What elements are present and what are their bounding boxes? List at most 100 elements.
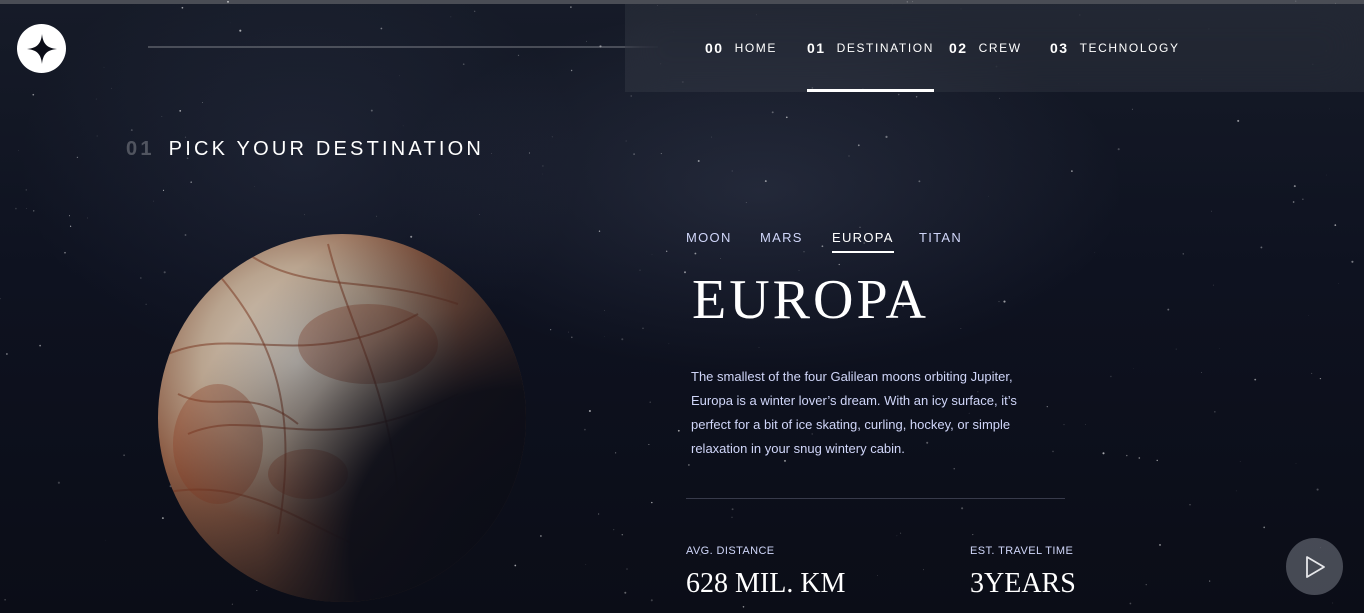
star-dot <box>588 409 591 413</box>
star-dot <box>597 513 600 515</box>
star-dot <box>239 29 242 32</box>
europa-planet-graphic <box>158 234 526 602</box>
star-dot <box>742 606 745 608</box>
star-dot <box>1295 0 1297 2</box>
star-dot <box>922 569 924 571</box>
star-dot <box>785 116 788 119</box>
star-dot <box>912 1 914 3</box>
star-dot <box>859 226 861 228</box>
star-dot <box>231 603 233 605</box>
distance-value: 628 MIL. KM <box>686 568 846 599</box>
star-dot <box>1334 224 1337 226</box>
star-dot <box>1239 461 1241 463</box>
star-dot <box>25 189 28 191</box>
destination-title: EUROPA <box>692 269 929 331</box>
nav-number: 01 <box>807 40 826 56</box>
star-dot <box>1085 424 1086 425</box>
star-dot <box>897 93 900 96</box>
star-dot <box>764 180 767 183</box>
star-dot <box>651 501 653 504</box>
star-dot <box>1209 580 1211 582</box>
star-logo-shape <box>26 33 57 64</box>
star-dot <box>885 135 888 138</box>
star-dot <box>999 97 1000 99</box>
star-dot <box>1211 210 1213 212</box>
star-dot <box>0 297 1 300</box>
star-dot <box>1052 450 1054 453</box>
star-dot <box>1260 246 1263 249</box>
tab-moon[interactable]: MOON <box>686 230 732 251</box>
nav-number: 02 <box>949 40 968 56</box>
star-dot <box>848 155 850 157</box>
play-button[interactable] <box>1286 538 1343 595</box>
nav-item-destination[interactable]: 01 DESTINATION <box>807 4 934 92</box>
star-dot <box>179 109 182 112</box>
star-dot <box>684 271 686 274</box>
star-dot <box>570 69 573 72</box>
tab-titan[interactable]: TITAN <box>919 230 962 251</box>
star-dot <box>1126 454 1128 457</box>
star-dot <box>586 40 587 42</box>
star-dot <box>838 263 840 266</box>
star-dot <box>161 116 163 117</box>
main-navigation: 00 HOME 01 DESTINATION 02 CREW 03 TECHNO… <box>625 4 1364 92</box>
star-dot <box>731 170 733 172</box>
star-dot <box>1094 252 1096 253</box>
star-dot <box>666 250 668 252</box>
nav-item-technology[interactable]: 03 TECHNOLOGY <box>1050 4 1180 92</box>
star-dot <box>1063 424 1065 426</box>
star-dot <box>633 153 635 156</box>
star-dot <box>474 10 476 12</box>
star-dot <box>517 54 520 57</box>
nav-item-home[interactable]: 00 HOME <box>705 4 777 92</box>
nav-item-crew[interactable]: 02 CREW <box>949 4 1022 92</box>
star-dot <box>571 336 573 339</box>
star-dot <box>1182 253 1184 255</box>
star-dot <box>711 136 712 138</box>
travel-time-label: EST. TRAVEL TIME <box>970 545 1074 557</box>
star-dot <box>1254 378 1257 381</box>
star-dot <box>1071 170 1073 172</box>
tab-europa[interactable]: EUROPA <box>832 230 894 253</box>
star-dot <box>103 66 105 68</box>
star-dot <box>6 353 8 355</box>
star-dot <box>1316 488 1319 491</box>
star-dot <box>745 202 747 203</box>
destination-page: 00 HOME 01 DESTINATION 02 CREW 03 TECHNO… <box>0 0 1364 613</box>
star-dot <box>1292 201 1295 203</box>
star-dot <box>1102 452 1105 455</box>
header-divider-line <box>148 46 658 48</box>
star-dot <box>76 156 79 159</box>
star-dot <box>960 328 962 329</box>
star-dot <box>639 269 641 271</box>
destination-description: The smallest of the four Galilean moons … <box>691 369 1017 456</box>
star-dot <box>202 102 203 104</box>
star-dot <box>181 6 184 9</box>
star-dot <box>585 564 587 565</box>
distance-label: AVG. DISTANCE <box>686 545 775 557</box>
star-dot <box>1219 348 1220 349</box>
star-dot <box>731 508 734 511</box>
star-dot <box>650 599 653 602</box>
star-dot <box>604 310 605 311</box>
star-dot <box>68 215 71 217</box>
star-dot <box>1237 119 1240 122</box>
star-dot <box>615 452 617 454</box>
star-dot <box>39 344 41 347</box>
star-dot <box>915 96 918 98</box>
star-logo-icon[interactable] <box>17 24 66 73</box>
star-dot <box>621 533 624 536</box>
star-dot <box>1129 602 1132 605</box>
star-dot <box>621 338 624 341</box>
star-dot <box>758 347 760 349</box>
star-dot <box>953 468 955 470</box>
star-dot <box>1214 411 1216 413</box>
star-dot <box>95 98 97 100</box>
nav-label: HOME <box>734 41 777 55</box>
tab-mars[interactable]: MARS <box>760 230 803 251</box>
star-dot <box>462 63 465 66</box>
star-dot <box>821 245 824 248</box>
star-dot <box>877 575 878 576</box>
star-dot <box>998 301 1000 303</box>
star-dot <box>972 534 974 536</box>
